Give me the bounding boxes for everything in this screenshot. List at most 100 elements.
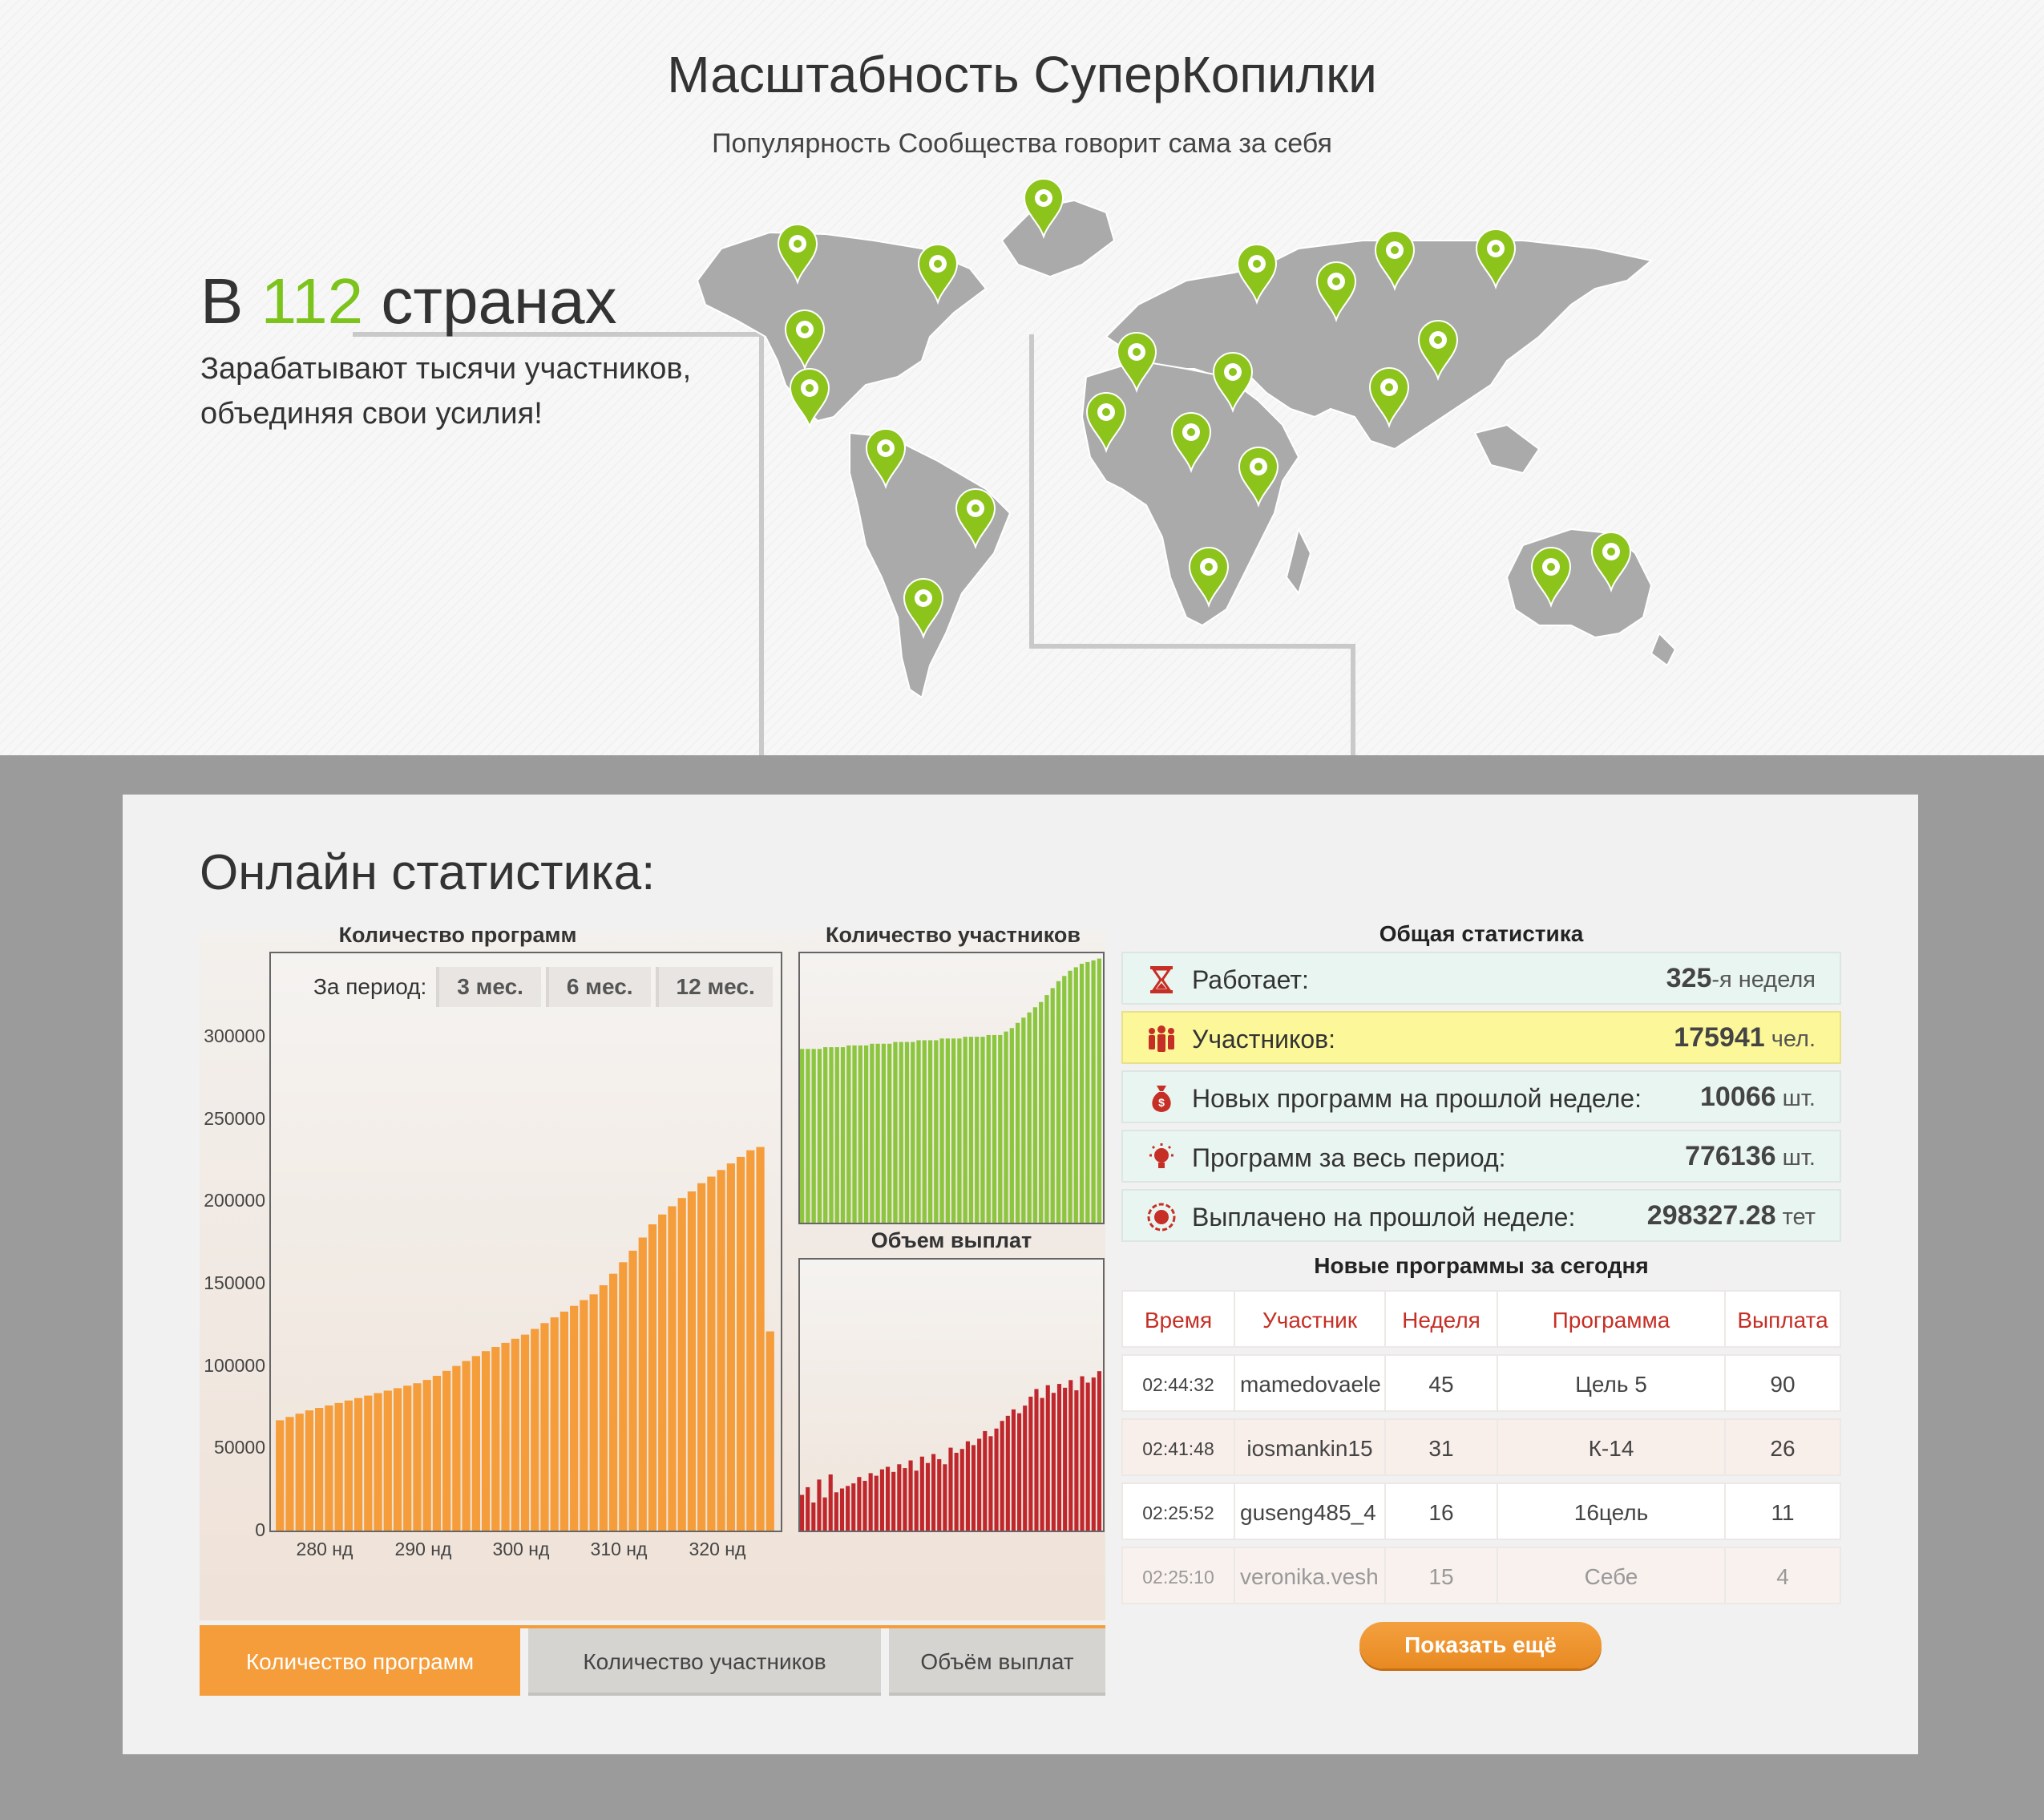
cell-program: Цель 5 xyxy=(1497,1354,1726,1412)
chart-bar xyxy=(822,1497,827,1531)
chart-bar xyxy=(919,1456,924,1531)
chart-bar xyxy=(948,1447,953,1531)
new-zealand-shape xyxy=(1650,632,1677,667)
chart-bar xyxy=(531,1329,539,1531)
chart-bar xyxy=(916,1040,921,1223)
cell-week: 15 xyxy=(1384,1547,1498,1604)
cell-time: 02:41:48 xyxy=(1121,1418,1235,1476)
map-pin-dot xyxy=(1332,277,1340,285)
map-pin-dot xyxy=(1229,368,1237,376)
cell-week: 16 xyxy=(1384,1482,1498,1540)
x-tick-label: 320 нд xyxy=(689,1539,746,1559)
chart-bar xyxy=(452,1365,461,1531)
chart-bar xyxy=(589,1294,598,1531)
chart-bar xyxy=(648,1224,657,1531)
chart-bar xyxy=(1004,1031,1008,1223)
general-stats-title: Общая статистика xyxy=(1379,921,1584,946)
chart-bar xyxy=(908,1460,913,1531)
period-6m-button[interactable]: 6 мес. xyxy=(545,967,651,1007)
chart-bar xyxy=(315,1408,324,1531)
chart-bar xyxy=(413,1383,422,1531)
cell-payout: 26 xyxy=(1724,1418,1841,1476)
map-pin-dot xyxy=(1547,563,1555,571)
stat-label: Новых программ на прошлой неделе: xyxy=(1192,1084,1642,1113)
chart-bar xyxy=(1080,1376,1085,1531)
stat-value: 776136 шт. xyxy=(1685,1141,1816,1171)
chart-bar xyxy=(1034,1389,1039,1531)
money-bag-icon: $ xyxy=(1152,1086,1171,1112)
chart-bar xyxy=(1023,1405,1028,1531)
programs-chart-svg xyxy=(276,1147,774,1531)
chart-bar xyxy=(325,1405,333,1531)
col-week: Неделя xyxy=(1384,1290,1498,1348)
chart-bar xyxy=(1068,1380,1073,1531)
chart-bar xyxy=(1005,1415,1010,1531)
chart-bar xyxy=(945,1038,950,1223)
chart-bar xyxy=(305,1410,314,1531)
x-tick-label: 300 нд xyxy=(492,1539,550,1559)
chart-bar xyxy=(707,1176,716,1531)
chart-bar xyxy=(540,1323,549,1531)
show-more-button[interactable]: Показать ещё xyxy=(1359,1622,1602,1668)
y-tick-label: 200000 xyxy=(204,1190,265,1211)
cell-participant: guseng485_4 xyxy=(1234,1482,1386,1540)
cell-program: Себе xyxy=(1497,1547,1726,1604)
chart-bar xyxy=(811,1049,816,1223)
chart-bar xyxy=(1040,1397,1044,1531)
tab-payout-volume[interactable]: Объём выплат xyxy=(889,1628,1105,1696)
madagascar-shape xyxy=(1285,527,1312,596)
chart-bar xyxy=(937,1458,942,1531)
chart-bar xyxy=(697,1183,706,1531)
y-tick-label: 50000 xyxy=(214,1437,265,1458)
period-12m-button[interactable]: 12 мес. xyxy=(655,967,773,1007)
stat-row-total-programs: Программ за весь период: 776136 шт. xyxy=(1121,1130,1841,1183)
col-participant: Участник xyxy=(1234,1290,1386,1348)
chart-bar xyxy=(904,1041,910,1223)
chart-bar xyxy=(383,1390,392,1531)
chart-bar xyxy=(954,1452,959,1531)
period-3m-button[interactable]: 3 мес. xyxy=(436,967,541,1007)
chart-bar xyxy=(839,1488,845,1531)
chart-bar xyxy=(823,1047,828,1223)
cell-program: К-14 xyxy=(1497,1418,1726,1476)
cell-participant: veronika.vesh xyxy=(1234,1547,1386,1604)
chart-bar xyxy=(374,1393,382,1531)
chart-bar xyxy=(608,1273,618,1531)
y-tick-label: 250000 xyxy=(204,1108,265,1129)
payouts-chart xyxy=(798,1258,1105,1532)
chart-bar xyxy=(285,1417,294,1531)
chart-bar xyxy=(491,1347,500,1531)
tab-programs-count[interactable]: Количество программ xyxy=(200,1628,520,1696)
chart-bar xyxy=(1009,1028,1014,1223)
chart-bar xyxy=(851,1483,856,1531)
programs-chart xyxy=(269,952,782,1532)
chart-bar xyxy=(959,1449,964,1531)
chart-bar xyxy=(874,1475,879,1531)
cell-week: 45 xyxy=(1384,1354,1498,1412)
south-america-shape xyxy=(849,431,1012,699)
map-pin-dot xyxy=(1102,408,1110,416)
chart-bar xyxy=(1068,970,1072,1223)
map-pin-dot xyxy=(1434,336,1442,344)
tab-participants-count[interactable]: Количество участников xyxy=(528,1628,881,1696)
chart-bar xyxy=(868,1473,873,1531)
chart-bar xyxy=(957,1038,962,1223)
chart-bar xyxy=(1063,1387,1068,1531)
participants-chart-title: Количество участников xyxy=(826,923,1081,947)
chart-bar xyxy=(994,1428,999,1531)
y-tick-label: 150000 xyxy=(204,1272,265,1293)
chart-bar xyxy=(1032,1007,1038,1223)
chart-bar xyxy=(658,1214,667,1531)
chart-bar xyxy=(442,1370,451,1531)
stat-value: 325-я неделя xyxy=(1666,963,1816,993)
map-pin-dot xyxy=(806,384,814,392)
chart-bar xyxy=(927,1040,933,1223)
chart-bar xyxy=(432,1375,442,1531)
chart-bar xyxy=(471,1356,480,1531)
table-row: 02:25:10 veronika.vesh 15 Себе 4 xyxy=(1121,1547,1841,1604)
chart-bar xyxy=(422,1380,431,1531)
countries-suffix: странах xyxy=(381,265,617,337)
stat-label: Программ за весь период: xyxy=(1192,1143,1506,1172)
chart-bar xyxy=(800,1494,805,1531)
y-tick-label: 0 xyxy=(255,1519,265,1540)
